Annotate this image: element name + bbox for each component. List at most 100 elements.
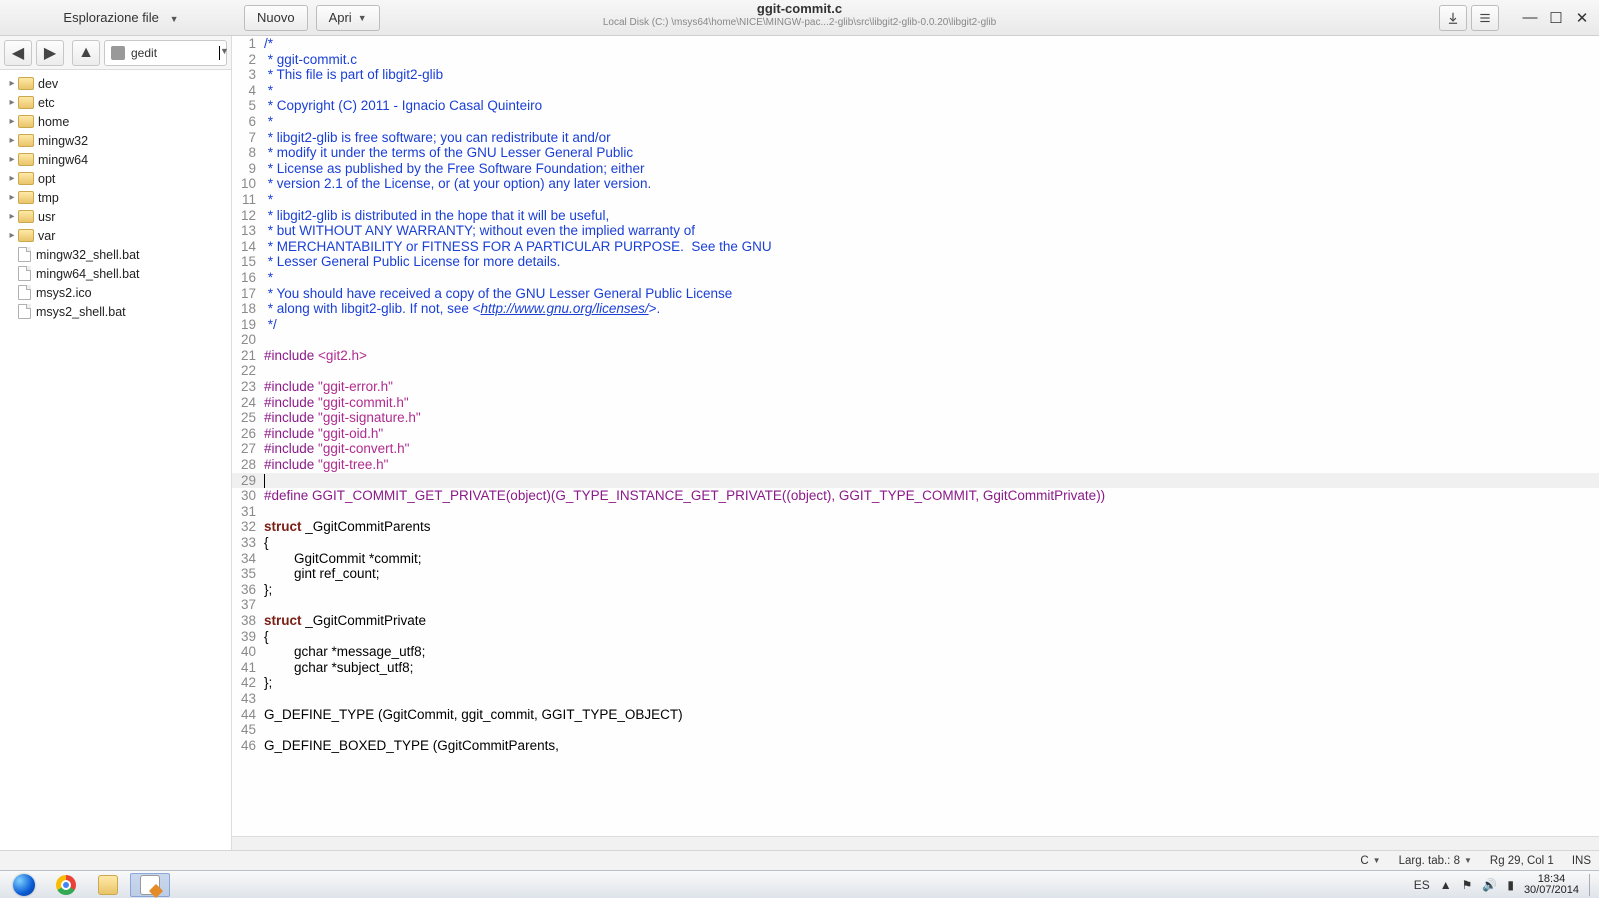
open-button[interactable]: Apri▼ (316, 5, 380, 31)
code-line[interactable]: 38struct _GgitCommitPrivate (232, 613, 1599, 629)
show-desktop-button[interactable] (1589, 874, 1595, 896)
expand-icon[interactable]: ▸ (6, 116, 18, 127)
code-line[interactable]: 28#include "ggit-tree.h" (232, 457, 1599, 473)
code-viewport[interactable]: 1/*2 * ggit-commit.c3 * This file is par… (232, 36, 1599, 836)
expand-icon[interactable]: ▸ (6, 173, 18, 184)
expand-icon[interactable]: ▸ (6, 78, 18, 89)
code-line[interactable]: 27#include "ggit-convert.h" (232, 441, 1599, 457)
file-tree[interactable]: ▸dev▸etc▸home▸mingw32▸mingw64▸opt▸tmp▸us… (0, 70, 231, 850)
window-minimize-button[interactable]: — (1519, 9, 1541, 26)
code-line[interactable]: 42}; (232, 675, 1599, 691)
code-line[interactable]: 21#include <git2.h> (232, 348, 1599, 364)
expand-icon[interactable]: ▸ (6, 211, 18, 222)
expand-icon[interactable]: ▸ (6, 154, 18, 165)
code-line[interactable]: 20 (232, 332, 1599, 348)
nav-back-button[interactable]: ◀ (4, 40, 32, 66)
tree-folder[interactable]: ▸opt (2, 169, 229, 188)
tree-file[interactable]: mingw32_shell.bat (2, 245, 229, 264)
save-button[interactable] (1439, 5, 1467, 31)
tray-volume-icon[interactable]: 🔊 (1482, 878, 1497, 892)
code-line[interactable]: 29 (232, 473, 1599, 489)
code-line[interactable]: 43 (232, 691, 1599, 707)
code-line[interactable]: 36}; (232, 582, 1599, 598)
tray-show-hidden-icon[interactable]: ▲ (1440, 878, 1452, 892)
code-line[interactable]: 9 * License as published by the Free Sof… (232, 161, 1599, 177)
tree-file[interactable]: mingw64_shell.bat (2, 264, 229, 283)
taskbar-gedit[interactable] (130, 873, 170, 897)
taskbar-chrome[interactable] (46, 873, 86, 897)
code-line[interactable]: 1/* (232, 36, 1599, 52)
line-text (264, 597, 1599, 613)
code-line[interactable]: 24#include "ggit-commit.h" (232, 395, 1599, 411)
tree-file[interactable]: msys2_shell.bat (2, 302, 229, 321)
code-line[interactable]: 34 GgitCommit *commit; (232, 551, 1599, 567)
text-cursor (264, 474, 265, 488)
code-line[interactable]: 4 * (232, 83, 1599, 99)
nav-forward-button[interactable]: ▶ (36, 40, 64, 66)
tree-folder[interactable]: ▸mingw64 (2, 150, 229, 169)
code-line[interactable]: 45 (232, 722, 1599, 738)
expand-icon[interactable]: ▸ (6, 97, 18, 108)
code-line[interactable]: 13 * but WITHOUT ANY WARRANTY; without e… (232, 223, 1599, 239)
code-line[interactable]: 30#define GGIT_COMMIT_GET_PRIVATE(object… (232, 488, 1599, 504)
code-line[interactable]: 44G_DEFINE_TYPE (GgitCommit, ggit_commit… (232, 707, 1599, 723)
tray-flag-icon[interactable]: ⚑ (1462, 878, 1473, 892)
window-maximize-button[interactable]: ☐ (1545, 9, 1567, 27)
code-line[interactable]: 17 * You should have received a copy of … (232, 286, 1599, 302)
code-line[interactable]: 10 * version 2.1 of the License, or (at … (232, 176, 1599, 192)
panel-selector[interactable]: Esplorazione file ▼ (6, 10, 236, 25)
code-line[interactable]: 5 * Copyright (C) 2011 - Ignacio Casal Q… (232, 98, 1599, 114)
tree-folder[interactable]: ▸dev (2, 74, 229, 93)
code-line[interactable]: 14 * MERCHANTABILITY or FITNESS FOR A PA… (232, 239, 1599, 255)
status-tab-width[interactable]: Larg. tab.: 8▼ (1399, 855, 1472, 867)
code-line[interactable]: 31 (232, 504, 1599, 520)
folder-icon (18, 210, 34, 223)
tray-language[interactable]: ES (1414, 878, 1430, 892)
nav-up-button[interactable]: ▲ (72, 40, 100, 66)
new-button[interactable]: Nuovo (244, 5, 308, 31)
code-line[interactable]: 41 gchar *subject_utf8; (232, 660, 1599, 676)
code-line[interactable]: 33{ (232, 535, 1599, 551)
code-line[interactable]: 26#include "ggit-oid.h" (232, 426, 1599, 442)
status-language[interactable]: C▼ (1360, 855, 1380, 867)
taskbar-explorer[interactable] (88, 873, 128, 897)
code-line[interactable]: 40 gchar *message_utf8; (232, 644, 1599, 660)
tree-folder[interactable]: ▸home (2, 112, 229, 131)
tree-folder[interactable]: ▸etc (2, 93, 229, 112)
code-line[interactable]: 19 */ (232, 317, 1599, 333)
code-line[interactable]: 15 * Lesser General Public License for m… (232, 254, 1599, 270)
expand-icon[interactable]: ▸ (6, 230, 18, 241)
code-line[interactable]: 3 * This file is part of libgit2-glib (232, 67, 1599, 83)
code-line[interactable]: 37 (232, 597, 1599, 613)
tray-battery-icon[interactable]: ▮ (1507, 878, 1514, 892)
start-button[interactable] (4, 873, 44, 897)
tree-folder[interactable]: ▸usr (2, 207, 229, 226)
expand-icon[interactable]: ▸ (6, 192, 18, 203)
app-header: Esplorazione file ▼ Nuovo Apri▼ ggit-com… (0, 0, 1599, 36)
code-line[interactable]: 39{ (232, 629, 1599, 645)
code-line[interactable]: 25#include "ggit-signature.h" (232, 410, 1599, 426)
code-line[interactable]: 12 * libgit2-glib is distributed in the … (232, 208, 1599, 224)
code-line[interactable]: 46G_DEFINE_BOXED_TYPE (GgitCommitParents… (232, 738, 1599, 754)
tray-clock[interactable]: 18:34 30/07/2014 (1524, 874, 1579, 896)
code-line[interactable]: 8 * modify it under the terms of the GNU… (232, 145, 1599, 161)
horizontal-scrollbar[interactable] (232, 836, 1599, 850)
code-line[interactable]: 35 gint ref_count; (232, 566, 1599, 582)
code-line[interactable]: 23#include "ggit-error.h" (232, 379, 1599, 395)
tree-folder[interactable]: ▸var (2, 226, 229, 245)
code-line[interactable]: 2 * ggit-commit.c (232, 52, 1599, 68)
code-line[interactable]: 32struct _GgitCommitParents (232, 519, 1599, 535)
code-line[interactable]: 6 * (232, 114, 1599, 130)
tree-file[interactable]: msys2.ico (2, 283, 229, 302)
location-selector[interactable]: gedit ▼ (104, 40, 227, 66)
code-line[interactable]: 18 * along with libgit2-glib. If not, se… (232, 301, 1599, 317)
tree-folder[interactable]: ▸mingw32 (2, 131, 229, 150)
expand-icon[interactable]: ▸ (6, 135, 18, 146)
tree-folder[interactable]: ▸tmp (2, 188, 229, 207)
window-close-button[interactable]: ✕ (1571, 9, 1593, 27)
code-line[interactable]: 7 * libgit2-glib is free software; you c… (232, 130, 1599, 146)
hamburger-menu-button[interactable] (1471, 5, 1499, 31)
code-line[interactable]: 11 * (232, 192, 1599, 208)
code-line[interactable]: 16 * (232, 270, 1599, 286)
code-line[interactable]: 22 (232, 363, 1599, 379)
